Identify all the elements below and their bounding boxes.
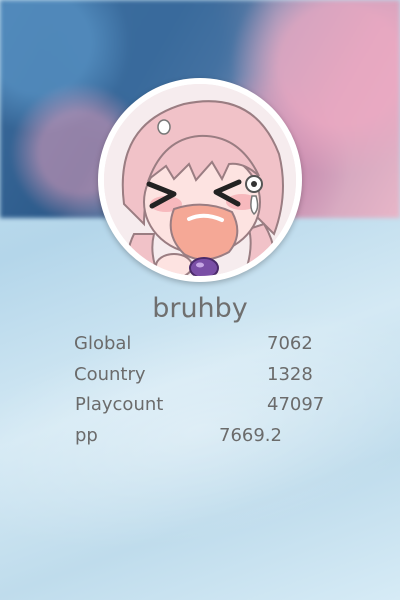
stat-value-playcount: 47097 [267,394,325,415]
stat-label-global: Global [74,333,132,354]
stat-label-country: Country [74,364,146,385]
stat-label-playcount: Playcount [75,394,164,415]
profile-card: bruhby Global 7062 Country 1328 Playcoun… [0,0,400,600]
stat-value-pp: 7669.2 [219,425,282,446]
avatar[interactable] [104,84,296,276]
stat-value-country: 1328 [267,364,313,385]
username: bruhby [152,293,248,324]
anime-girl-crying-avatar-icon [104,84,296,276]
stat-label-pp: pp [75,425,98,446]
stat-value-global: 7062 [267,333,313,354]
